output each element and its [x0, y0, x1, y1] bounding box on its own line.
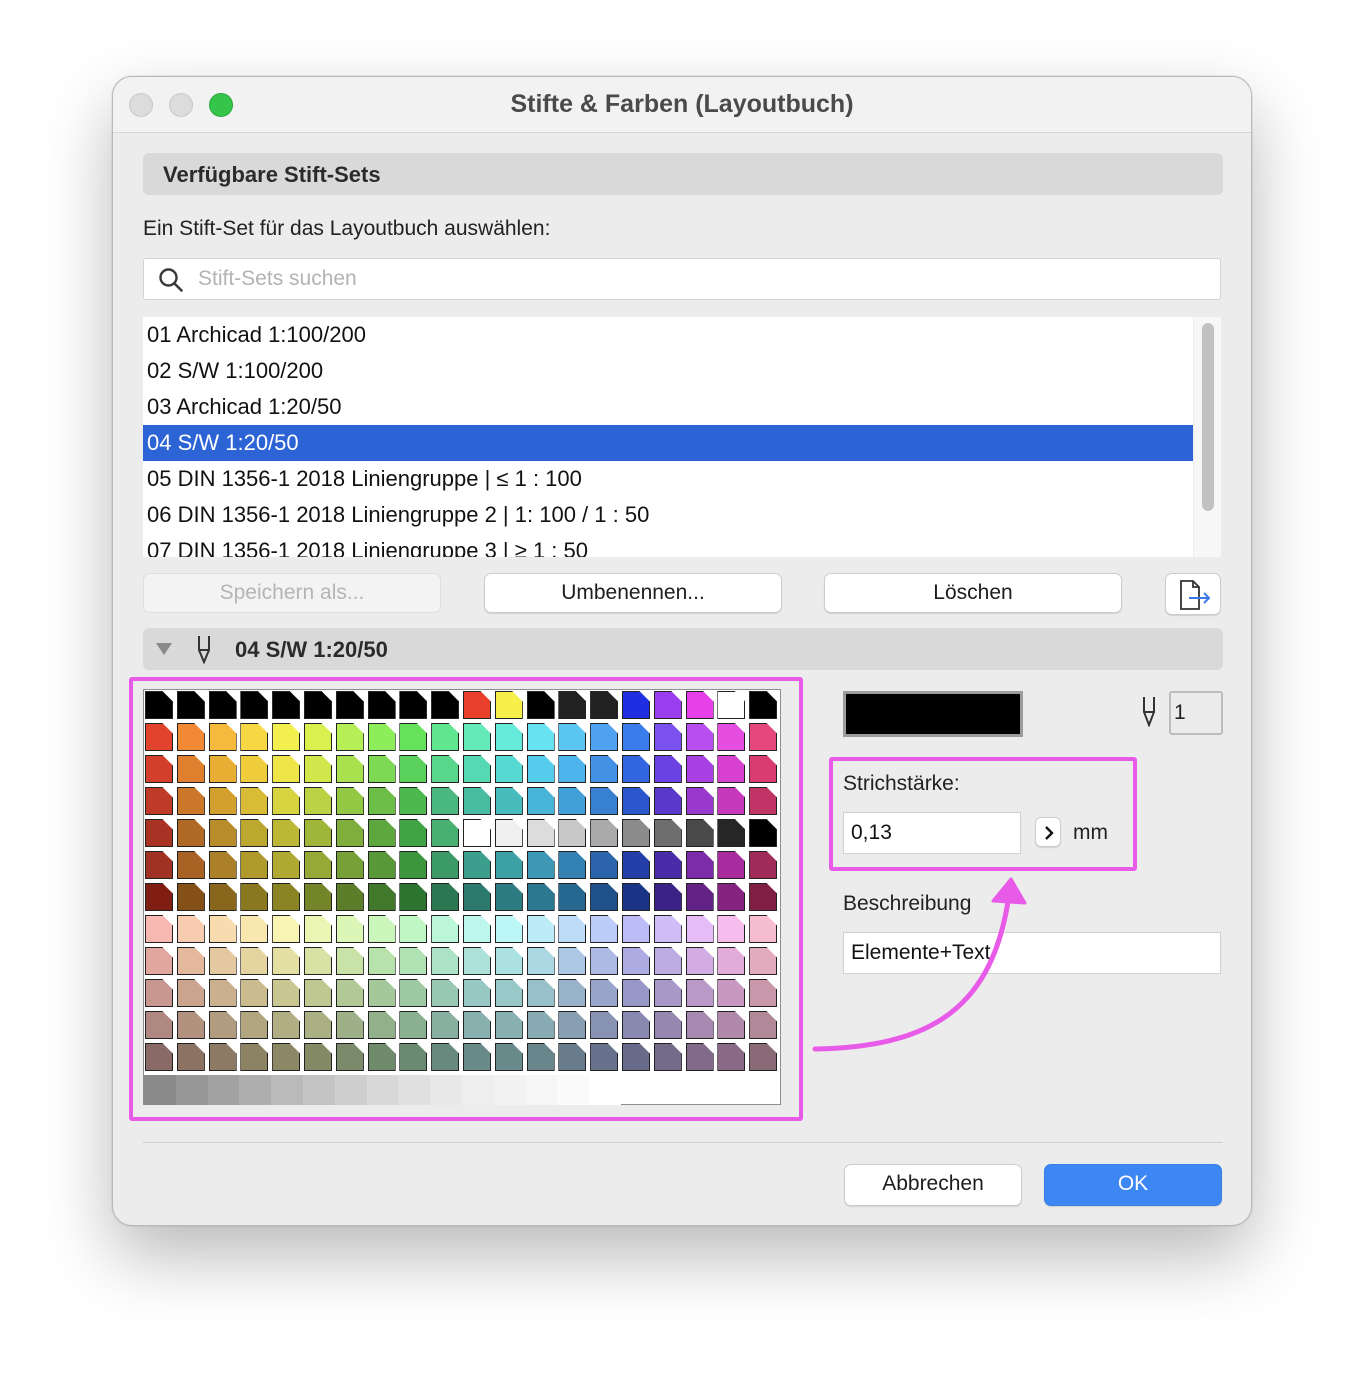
pen-set-list-item[interactable]: 01 Archicad 1:100/200 — [143, 317, 1193, 353]
cancel-button[interactable]: Abbrechen — [844, 1164, 1022, 1206]
delete-button[interactable]: Löschen — [824, 573, 1122, 613]
search-icon — [158, 267, 184, 298]
pen-set-list-item-selected[interactable]: 04 S/W 1:20/50 — [143, 425, 1193, 461]
pen-set-search[interactable] — [143, 258, 1221, 300]
pen-set-detail-header[interactable]: 04 S/W 1:20/50 — [143, 628, 1223, 670]
pen-set-prompt: Ein Stift-Set für das Layoutbuch auswähl… — [143, 217, 551, 240]
pen-set-list-item[interactable]: 03 Archicad 1:20/50 — [143, 389, 1193, 425]
export-button[interactable] — [1165, 573, 1221, 615]
pen-set-list[interactable]: 01 Archicad 1:100/200 02 S/W 1:100/200 0… — [143, 317, 1221, 557]
pen-set-list-item[interactable]: 02 S/W 1:100/200 — [143, 353, 1193, 389]
ok-button[interactable]: OK — [1044, 1164, 1222, 1206]
list-scrollbar[interactable] — [1193, 317, 1221, 557]
footer-divider — [143, 1142, 1223, 1143]
pen-sets-section-header: Verfügbare Stift-Sets — [143, 153, 1223, 195]
pen-set-list-item[interactable]: 06 DIN 1356-1 2018 Liniengruppe 2 | 1: 1… — [143, 497, 1193, 533]
title-bar: Stifte & Farben (Layoutbuch) — [113, 77, 1251, 133]
annotation-highlight-palette — [129, 677, 803, 1121]
pen-number-field[interactable]: 1 — [1169, 691, 1223, 735]
pen-set-list-item[interactable]: 07 DIN 1356-1 2018 Liniengruppe 3 | ≥ 1 … — [143, 533, 1193, 557]
search-input[interactable] — [196, 263, 1196, 295]
annotation-arrow — [812, 877, 1027, 1052]
pen-set-detail-title: 04 S/W 1:20/50 — [235, 637, 388, 662]
pen-icon — [1139, 695, 1159, 732]
annotation-highlight-stroke-weight — [829, 757, 1137, 871]
current-pen-color-swatch[interactable] — [843, 691, 1023, 737]
rename-button[interactable]: Umbenennen... — [484, 573, 782, 613]
save-as-button[interactable]: Speichern als... — [143, 573, 441, 613]
pens-colors-dialog: Stifte & Farben (Layoutbuch) Verfügbare … — [112, 76, 1252, 1226]
disclosure-triangle-icon[interactable] — [155, 642, 173, 661]
pen-set-list-item[interactable]: 05 DIN 1356-1 2018 Liniengruppe | ≤ 1 : … — [143, 461, 1193, 497]
pen-icon — [193, 634, 215, 669]
scrollbar-thumb[interactable] — [1202, 323, 1214, 511]
pen-sets-section-title: Verfügbare Stift-Sets — [163, 162, 381, 187]
window-title: Stifte & Farben (Layoutbuch) — [510, 90, 854, 118]
